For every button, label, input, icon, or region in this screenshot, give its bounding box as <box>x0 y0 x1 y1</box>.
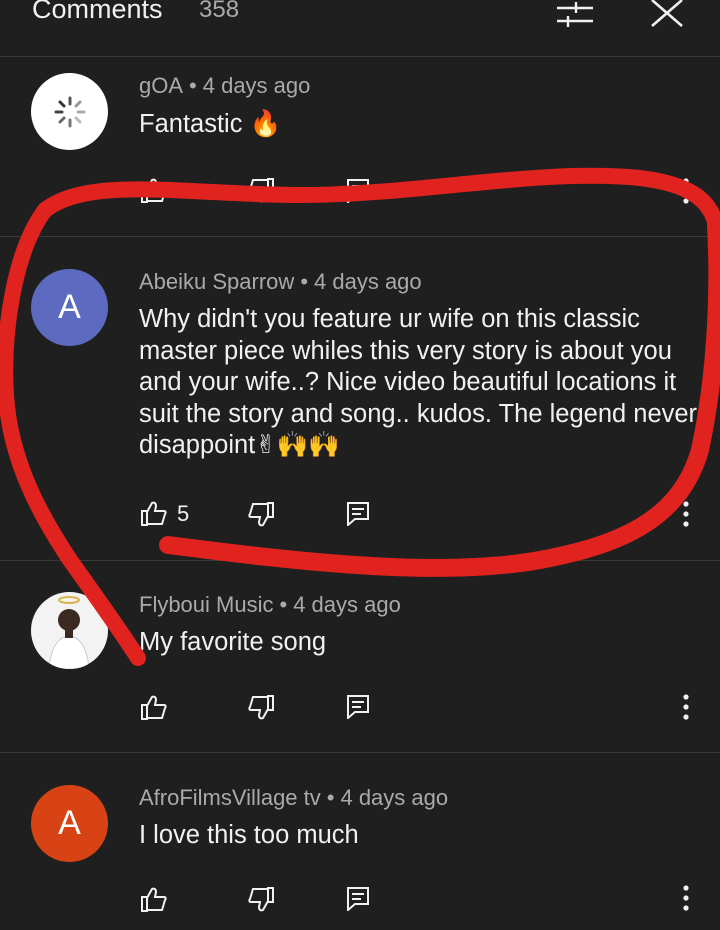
comment-text: My favorite song <box>139 628 327 656</box>
comments-title: Comments <box>32 0 163 24</box>
thumb-up-icon[interactable] <box>141 178 167 203</box>
thumb-down-icon[interactable] <box>248 178 274 203</box>
thumb-up-icon[interactable] <box>141 501 167 526</box>
comment-text: I love this too much <box>139 821 359 849</box>
more-vert-icon[interactable] <box>682 178 690 204</box>
avatar[interactable]: A <box>31 269 108 346</box>
divider <box>0 560 720 561</box>
thumb-up-icon[interactable] <box>141 887 167 912</box>
comment-meta: AfroFilmsVillage tv • 4 days ago <box>139 785 449 810</box>
comment-meta: Flyboui Music • 4 days ago <box>139 592 401 617</box>
reply-icon[interactable] <box>347 887 369 911</box>
comment-author[interactable]: AfroFilmsVillage tv <box>139 785 321 810</box>
comment-author[interactable]: Abeiku Sparrow <box>139 269 294 294</box>
thumb-down-icon[interactable] <box>248 502 274 527</box>
filter-icon[interactable] <box>556 2 594 28</box>
comment-time: 4 days ago <box>202 73 311 98</box>
thumb-up-icon[interactable] <box>141 695 167 720</box>
avatar[interactable] <box>31 73 108 150</box>
more-vert-icon[interactable] <box>682 885 690 911</box>
profile-photo <box>48 596 90 669</box>
loading-icon <box>54 96 85 127</box>
close-icon[interactable] <box>650 0 684 28</box>
thumb-down-icon[interactable] <box>248 887 274 912</box>
thumb-down-icon[interactable] <box>248 695 274 720</box>
reply-icon[interactable] <box>347 502 369 526</box>
comments-count: 358 <box>199 0 240 23</box>
more-vert-icon[interactable] <box>682 501 690 527</box>
comment-time: 4 days ago <box>340 785 449 810</box>
avatar[interactable]: A <box>31 785 108 862</box>
comment-meta: Abeiku Sparrow • 4 days ago <box>139 269 422 294</box>
comment-time: 4 days ago <box>314 269 422 294</box>
comments-header: Comments 358 <box>0 0 720 57</box>
comment-text: Fantastic 🔥 <box>139 110 282 138</box>
comment-author[interactable]: Flyboui Music <box>139 592 273 617</box>
more-vert-icon[interactable] <box>682 694 690 720</box>
comment-author[interactable]: gOA <box>139 73 183 98</box>
comment-meta: gOA • 4 days ago <box>139 73 311 98</box>
reply-icon[interactable] <box>347 179 369 203</box>
reply-icon[interactable] <box>347 695 369 719</box>
comment-text: Why didn't you feature ur wife on this c… <box>139 305 698 459</box>
avatar[interactable] <box>31 592 108 669</box>
divider <box>0 752 720 753</box>
divider <box>0 236 720 237</box>
comment-time: 4 days ago <box>293 592 401 617</box>
like-count: 5 <box>177 501 190 526</box>
